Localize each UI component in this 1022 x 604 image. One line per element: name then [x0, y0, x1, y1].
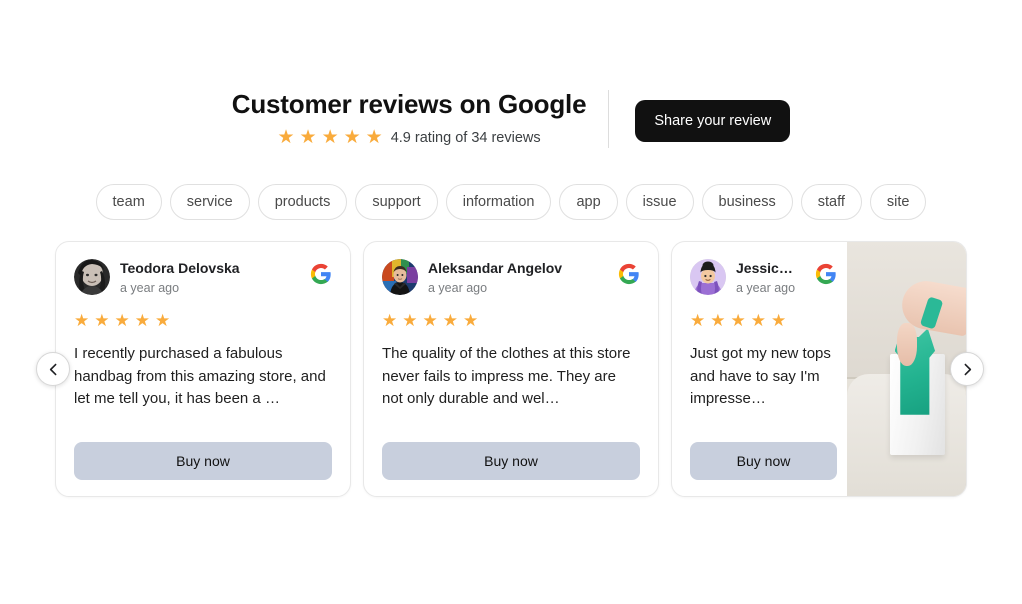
star-icon: ★	[277, 127, 295, 148]
review-author-row: Aleksandar Angelov a year ago	[382, 259, 640, 296]
review-card[interactable]: Aleksandar Angelov a year ago ★ ★ ★ ★ ★ …	[363, 241, 659, 497]
tag-business[interactable]: business	[701, 184, 793, 220]
review-author-info: Jessic… a year ago	[736, 259, 805, 296]
tag-service[interactable]: service	[169, 184, 250, 220]
header-star-rating: ★ ★ ★ ★ ★	[277, 128, 382, 147]
star-icon: ★	[463, 311, 479, 330]
google-reviews-widget: Customer reviews on Google ★ ★ ★ ★ ★ 4.9…	[0, 0, 1022, 604]
review-date: a year ago	[736, 281, 796, 295]
star-icon: ★	[94, 311, 110, 330]
share-your-review-button[interactable]: Share your review	[635, 100, 791, 142]
photo-hand	[896, 323, 918, 367]
rating-summary-text: 4.9 rating of 34 reviews	[390, 129, 541, 146]
review-author-name: Jessic…	[736, 260, 793, 276]
review-author-row: Jessic… a year ago	[690, 259, 837, 296]
review-text: The quality of the clothes at this store…	[382, 345, 631, 407]
star-icon: ★	[382, 311, 398, 330]
star-icon: ★	[402, 311, 418, 330]
star-icon: ★	[690, 311, 706, 330]
tag-team[interactable]: team	[95, 184, 162, 220]
review-card[interactable]: Teodora Delovska a year ago ★ ★ ★ ★ ★ I …	[55, 241, 351, 497]
avatar	[382, 259, 418, 295]
tag-site[interactable]: site	[869, 184, 927, 220]
star-icon: ★	[771, 311, 787, 330]
review-card-body: Jessic… a year ago ★ ★ ★ ★ ★ Just got my…	[672, 242, 847, 496]
topic-tag-list: team service products support informatio…	[0, 184, 1022, 220]
review-card[interactable]: Jessic… a year ago ★ ★ ★ ★ ★ Just got my…	[671, 241, 967, 497]
star-icon: ★	[321, 127, 339, 148]
review-star-rating: ★ ★ ★ ★ ★	[690, 312, 837, 329]
star-icon: ★	[155, 311, 171, 330]
review-product-photo	[847, 242, 966, 496]
review-card-list: Teodora Delovska a year ago ★ ★ ★ ★ ★ I …	[55, 241, 967, 497]
tag-app[interactable]: app	[559, 184, 618, 220]
chevron-right-icon	[959, 361, 976, 378]
star-icon: ★	[114, 311, 130, 330]
star-icon: ★	[422, 311, 438, 330]
star-icon: ★	[730, 311, 746, 330]
google-icon	[815, 263, 837, 285]
tag-issue[interactable]: issue	[625, 184, 694, 220]
review-card-body: Aleksandar Angelov a year ago ★ ★ ★ ★ ★ …	[364, 242, 658, 496]
tag-information[interactable]: information	[445, 184, 552, 220]
star-icon: ★	[74, 311, 90, 330]
star-icon: ★	[365, 127, 383, 148]
header-rating-row: ★ ★ ★ ★ ★ 4.9 rating of 34 reviews	[277, 128, 540, 147]
review-date: a year ago	[428, 281, 488, 295]
page-title: Customer reviews on Google	[231, 89, 587, 119]
carousel-prev-button[interactable]	[36, 352, 70, 386]
avatar	[690, 259, 726, 295]
tag-staff[interactable]: staff	[800, 184, 862, 220]
review-date: a year ago	[120, 281, 180, 295]
review-star-rating: ★ ★ ★ ★ ★	[74, 312, 332, 329]
tag-support[interactable]: support	[355, 184, 438, 220]
review-author-name: Aleksandar Angelov	[428, 260, 563, 276]
star-icon: ★	[750, 311, 766, 330]
review-text: I recently purchased a fabulous handbag …	[74, 345, 326, 407]
star-icon: ★	[299, 127, 317, 148]
review-author-info: Teodora Delovska a year ago	[120, 259, 300, 296]
carousel-next-button[interactable]	[950, 352, 984, 386]
tag-products[interactable]: products	[257, 184, 348, 220]
review-author-row: Teodora Delovska a year ago	[74, 259, 332, 296]
star-icon: ★	[442, 311, 458, 330]
google-icon	[618, 263, 640, 285]
star-icon: ★	[343, 127, 361, 148]
buy-now-button[interactable]: Buy now	[382, 442, 640, 480]
review-author-name: Teodora Delovska	[120, 260, 240, 276]
review-star-rating: ★ ★ ★ ★ ★	[382, 312, 640, 329]
buy-now-button[interactable]: Buy now	[74, 442, 332, 480]
review-card-body: Teodora Delovska a year ago ★ ★ ★ ★ ★ I …	[56, 242, 350, 496]
avatar	[74, 259, 110, 295]
widget-header: Customer reviews on Google ★ ★ ★ ★ ★ 4.9…	[0, 0, 1022, 148]
chevron-left-icon	[45, 361, 62, 378]
buy-now-button[interactable]: Buy now	[690, 442, 837, 480]
google-icon	[310, 263, 332, 285]
header-divider	[608, 90, 610, 148]
star-icon: ★	[134, 311, 150, 330]
star-icon: ★	[710, 311, 726, 330]
review-author-info: Aleksandar Angelov a year ago	[428, 259, 608, 296]
reviews-carousel: Teodora Delovska a year ago ★ ★ ★ ★ ★ I …	[0, 241, 1022, 497]
header-text-block: Customer reviews on Google ★ ★ ★ ★ ★ 4.9…	[232, 88, 587, 147]
review-text: Just got my new tops and have to say I'm…	[690, 345, 831, 407]
